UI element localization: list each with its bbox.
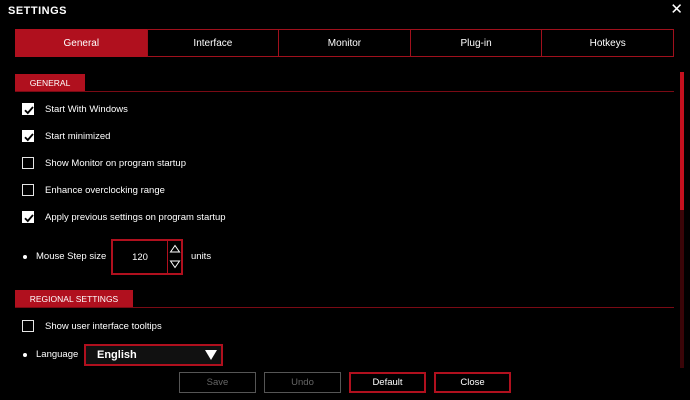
option-start-minimized[interactable]: Start minimized <box>22 129 110 143</box>
stepper-divider <box>167 241 168 273</box>
checkbox-show-monitor[interactable] <box>22 157 34 169</box>
language-select[interactable]: English <box>84 344 223 366</box>
checkbox-enhance-overclocking[interactable] <box>22 184 34 196</box>
checkbox-start-minimized[interactable] <box>22 130 34 142</box>
mouse-step-units: units <box>191 251 212 262</box>
checkbox-start-with-windows[interactable] <box>22 103 34 115</box>
option-start-with-windows[interactable]: Start With Windows <box>22 102 128 116</box>
checkmark-icon <box>24 133 34 142</box>
option-label: Start minimized <box>45 130 111 142</box>
general-section-header: GENERAL <box>15 74 85 92</box>
tab-hotkeys[interactable]: Hotkeys <box>541 29 674 57</box>
close-button[interactable]: Close <box>434 372 511 393</box>
general-section-divider <box>15 91 674 92</box>
close-icon[interactable]: ✕ <box>670 2 683 17</box>
option-show-tooltips[interactable]: Show user interface tooltips <box>22 319 162 333</box>
regional-section-header: REGIONAL SETTINGS <box>15 290 133 308</box>
tab-general[interactable]: General <box>15 29 148 57</box>
tab-plug-in[interactable]: Plug-in <box>409 29 543 57</box>
save-button[interactable]: Save <box>179 372 256 393</box>
tab-bar: General Interface Monitor Plug-in Hotkey… <box>15 29 674 57</box>
option-label: Enhance overclocking range <box>45 184 165 196</box>
default-button[interactable]: Default <box>349 372 426 393</box>
checkmark-icon <box>24 214 34 223</box>
option-enhance-overclocking[interactable]: Enhance overclocking range <box>22 183 165 197</box>
window-title: SETTINGS <box>8 5 68 17</box>
chevron-up-icon[interactable] <box>169 243 181 257</box>
checkbox-apply-previous-settings[interactable] <box>22 211 34 223</box>
chevron-down-icon[interactable] <box>169 258 181 272</box>
option-label: Show user interface tooltips <box>45 320 162 332</box>
option-label: Apply previous settings on program start… <box>45 211 226 223</box>
mouse-step-stepper[interactable]: 120 <box>111 239 183 275</box>
mouse-step-label: Mouse Step size <box>36 251 107 262</box>
mouse-step-value[interactable]: 120 <box>113 241 167 273</box>
option-show-monitor[interactable]: Show Monitor on program startup <box>22 156 186 170</box>
regional-section-divider <box>15 307 674 308</box>
scrollbar-thumb[interactable] <box>680 72 684 210</box>
bullet-icon <box>23 353 27 357</box>
bullet-icon <box>23 255 27 259</box>
option-apply-previous-settings[interactable]: Apply previous settings on program start… <box>22 210 226 224</box>
title-bar: SETTINGS ✕ <box>0 0 690 22</box>
caret-down-icon <box>204 349 218 364</box>
undo-button[interactable]: Undo <box>264 372 341 393</box>
checkmark-icon <box>24 106 34 115</box>
language-selected-value: English <box>97 349 137 361</box>
tab-interface[interactable]: Interface <box>146 29 280 57</box>
option-label: Start With Windows <box>45 103 128 115</box>
language-label: Language <box>36 349 79 360</box>
checkbox-show-tooltips[interactable] <box>22 320 34 332</box>
option-label: Show Monitor on program startup <box>45 157 186 169</box>
tab-monitor[interactable]: Monitor <box>278 29 411 57</box>
vertical-scrollbar[interactable] <box>680 72 684 368</box>
